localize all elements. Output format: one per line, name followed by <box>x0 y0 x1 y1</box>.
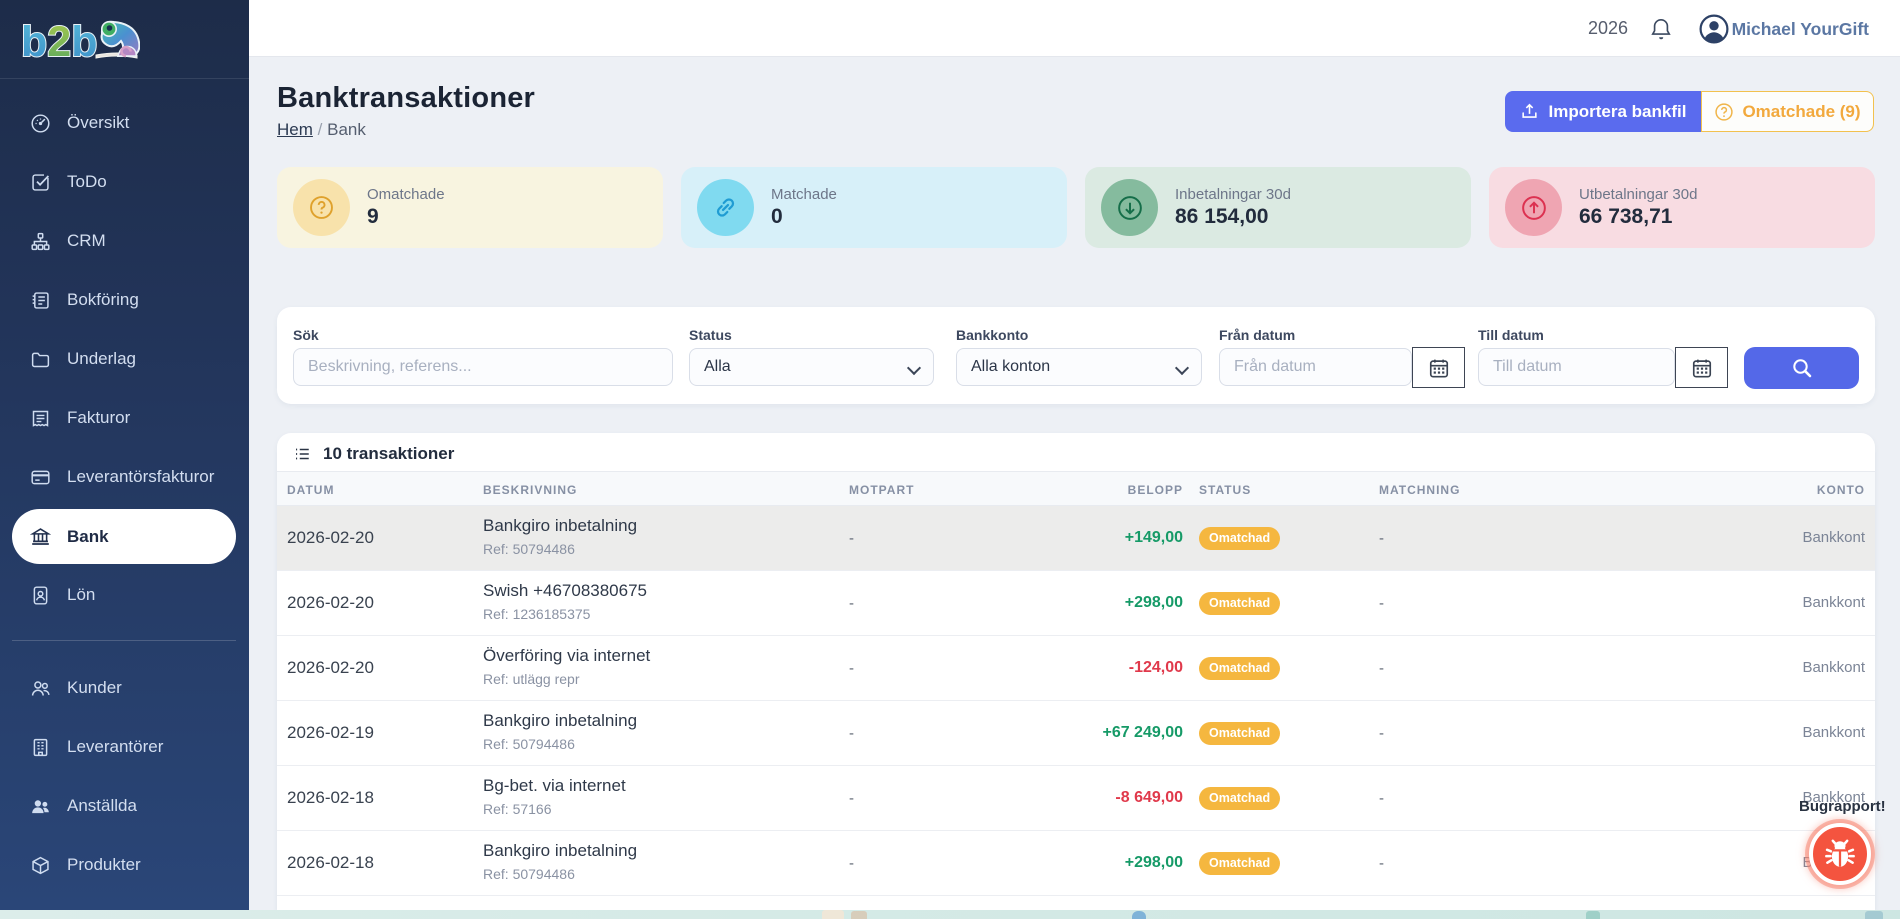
svg-text:b2b: b2b <box>22 18 97 66</box>
